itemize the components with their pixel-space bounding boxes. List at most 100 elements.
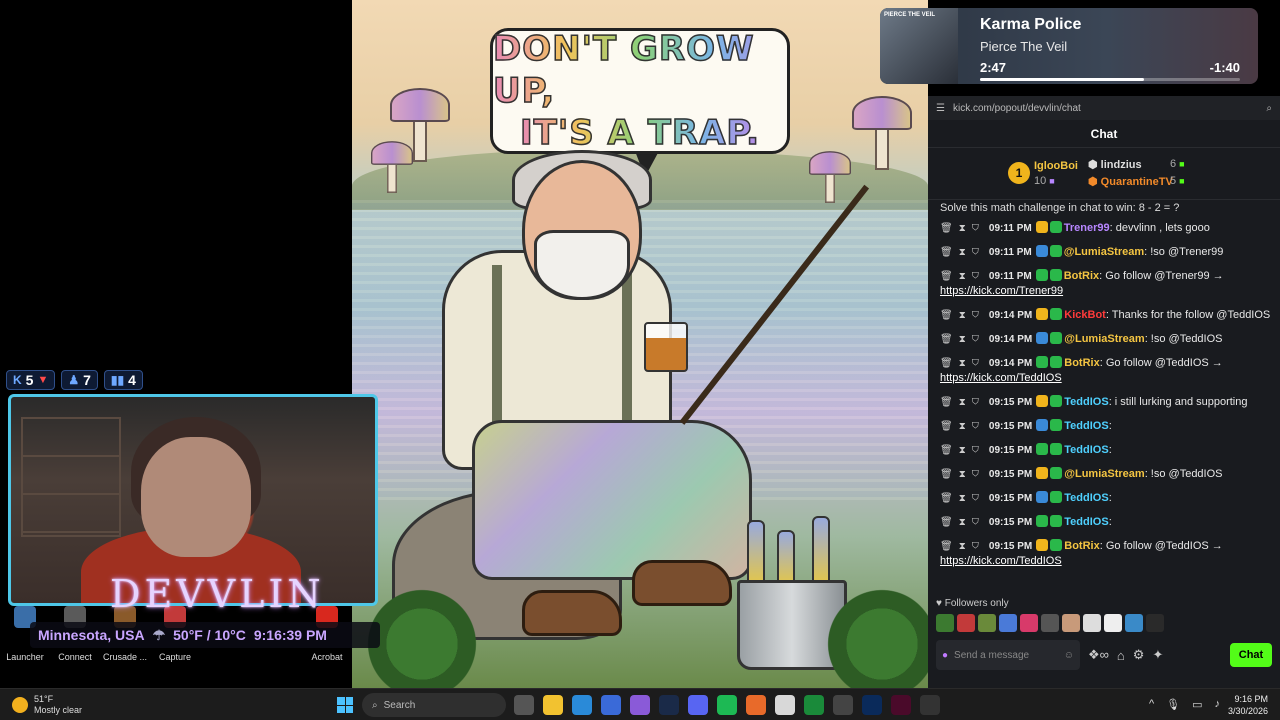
file-explorer-icon[interactable] (543, 695, 563, 715)
site-settings-icon[interactable]: ☰ (936, 103, 945, 114)
indesign-icon[interactable] (891, 695, 911, 715)
store-app-icon[interactable] (601, 695, 621, 715)
chrome-icon[interactable] (775, 695, 795, 715)
rank-medal: 1 (1008, 162, 1030, 184)
weather-widget[interactable]: 51°F Mostly clear (12, 694, 82, 716)
streamer-brand: DEVVLIN (110, 572, 325, 616)
emote[interactable] (1146, 614, 1164, 632)
app-icon[interactable] (833, 695, 853, 715)
second-name[interactable]: ⬢ lindzius (1088, 158, 1142, 171)
message-username[interactable]: TeddIOS (1064, 444, 1108, 456)
third-name[interactable]: ⬢ QuarantineTV (1088, 175, 1173, 188)
edge-icon[interactable] (572, 695, 592, 715)
volume-icon[interactable]: ♪ (1215, 698, 1221, 711)
steam-icon[interactable] (659, 695, 679, 715)
emote[interactable] (978, 614, 996, 632)
message-username[interactable]: @LumiaStream (1064, 333, 1144, 345)
moderation-icons[interactable]: 🗑⧗⛉ (940, 493, 985, 504)
message-input[interactable]: ● Send a message ☺ (936, 640, 1080, 670)
bronze-badge-icon: ⬢ (1088, 176, 1101, 188)
taskbar-search[interactable]: ⌕ Search (362, 693, 506, 717)
message-username[interactable]: @LumiaStream (1064, 246, 1144, 258)
leader-name[interactable]: IglooBoi (1034, 160, 1078, 172)
chat-message: 🗑⧗⛉ 09:15 PM TeddIOS: (940, 486, 1272, 510)
message-text: : Go follow @TeddIOS → (1099, 357, 1223, 369)
emote[interactable] (1020, 614, 1038, 632)
emote[interactable] (1125, 614, 1143, 632)
chevron-up-icon[interactable]: ^ (1149, 698, 1154, 711)
moderation-icons[interactable]: 🗑⧗⛉ (940, 397, 985, 408)
search-icon: ⌕ (372, 699, 378, 711)
message-link[interactable]: https://kick.com/Trener99 (940, 285, 1063, 297)
emotes-icon[interactable]: ❖∞ (1088, 647, 1109, 663)
moderation-icons[interactable]: 🗑⧗⛉ (940, 310, 985, 321)
message-link[interactable]: https://kick.com/TeddIOS (940, 555, 1062, 567)
mic-tray-icon[interactable]: 🎙 (1166, 698, 1180, 711)
message-text: : i still lurking and supporting (1108, 396, 1248, 408)
message-username[interactable]: TeddIOS (1064, 516, 1108, 528)
message-username[interactable]: @LumiaStream (1064, 468, 1144, 480)
moderation-icons[interactable]: 🗑⧗⛉ (940, 334, 985, 345)
overlay-time: 9:16:39 PM (253, 627, 327, 643)
moderation-icons[interactable]: 🗑⧗⛉ (940, 541, 985, 552)
emote[interactable] (936, 614, 954, 632)
emote[interactable] (1062, 614, 1080, 632)
remaining-time: -1:40 (1209, 60, 1240, 75)
verified-badge-icon (1050, 332, 1063, 344)
taskbar-clock[interactable]: 9:16 PM 3/30/2026 (1228, 693, 1268, 717)
moderation-icons[interactable]: 🗑⧗⛉ (940, 445, 985, 456)
photoshop-icon[interactable] (862, 695, 882, 715)
chat-send-button[interactable]: Chat (1230, 643, 1272, 667)
emote[interactable] (957, 614, 975, 632)
message-time: 09:14 PM (988, 358, 1033, 369)
message-username[interactable]: KickBot (1064, 309, 1106, 321)
task-view-icon[interactable] (514, 695, 534, 715)
moderation-icons[interactable]: 🗑⧗⛉ (940, 421, 985, 432)
user-badge-icon (1036, 395, 1049, 407)
zoom-icon[interactable]: ⌕ (1266, 103, 1272, 114)
rewards-icon[interactable]: ✦ (1152, 647, 1163, 663)
network-icon[interactable]: ▭ (1192, 698, 1202, 711)
moderation-icons[interactable]: 🗑⧗⛉ (940, 358, 985, 369)
moderation-icons[interactable]: 🗑⧗⛉ (940, 469, 985, 480)
firefox-icon[interactable] (746, 695, 766, 715)
message-link[interactable]: https://kick.com/TeddIOS (940, 372, 1062, 384)
moderation-icons[interactable]: 🗑⧗⛉ (940, 223, 985, 234)
third-value: 5 ■ (1170, 175, 1185, 187)
speech-bubble: DON'T GROW UP, IT'S A TRAP. (490, 28, 790, 177)
progress-bar[interactable] (980, 78, 1240, 81)
url-text[interactable]: kick.com/popout/devvlin/chat (953, 103, 1258, 114)
moderation-icons[interactable]: 🗑⧗⛉ (940, 247, 985, 258)
message-text: : devvlinn , lets gooo (1109, 222, 1210, 234)
moderation-icons[interactable]: 🗑⧗⛉ (940, 271, 985, 282)
spotify-icon[interactable] (717, 695, 737, 715)
message-time: 09:11 PM (988, 271, 1032, 282)
mic-icon[interactable]: ● (942, 650, 948, 661)
message-username[interactable]: Trener99 (1064, 222, 1110, 234)
store-icon[interactable]: ⌂ (1117, 648, 1125, 663)
emote[interactable] (999, 614, 1017, 632)
settings-icon[interactable]: ⚙ (1133, 647, 1145, 663)
emote[interactable] (1104, 614, 1122, 632)
message-username[interactable]: TeddIOS (1064, 420, 1108, 432)
message-username[interactable]: BotRix (1064, 357, 1099, 369)
moderation-icons[interactable]: 🗑⧗⛉ (940, 517, 985, 528)
emoji-icon[interactable]: ☺ (1064, 650, 1074, 661)
user-badge-icon (1036, 515, 1049, 527)
discord-icon[interactable] (688, 695, 708, 715)
emote[interactable] (1041, 614, 1059, 632)
message-username[interactable]: TeddIOS (1064, 396, 1108, 408)
xbox-icon[interactable] (804, 695, 824, 715)
copilot-icon[interactable] (630, 695, 650, 715)
boot (632, 560, 732, 606)
message-time: 09:11 PM (988, 223, 1032, 234)
message-time: 09:15 PM (988, 421, 1033, 432)
message-username[interactable]: BotRix (1064, 540, 1099, 552)
follower-icon: ♟ (68, 373, 80, 387)
chat-title: Chat (928, 120, 1280, 148)
message-username[interactable]: TeddIOS (1064, 492, 1108, 504)
message-username[interactable]: BotRix (1064, 270, 1099, 282)
emote[interactable] (1083, 614, 1101, 632)
windows-start-icon[interactable] (337, 697, 353, 713)
obs-icon[interactable] (920, 695, 940, 715)
